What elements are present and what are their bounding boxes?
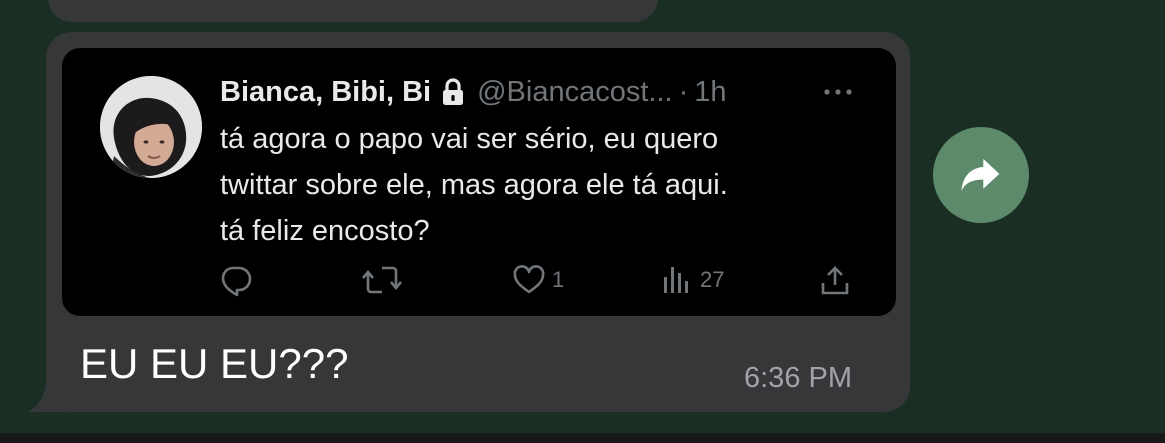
lock-icon — [443, 78, 464, 105]
share-button[interactable] — [818, 262, 852, 298]
author-handle[interactable]: @Biancacost... — [477, 76, 672, 109]
tweet-text-line: twittar sobre ele, mas agora ele tá aqui… — [220, 169, 728, 201]
tweet-header: Bianca, Bibi, Bi @Biancacost... · 1h — [220, 74, 727, 110]
forward-icon — [961, 158, 1000, 192]
header-separator: · — [678, 75, 689, 108]
previous-message-bubble[interactable] — [48, 0, 658, 22]
heart-icon — [513, 265, 545, 294]
message-timestamp: 6:36 PM — [744, 362, 852, 394]
tweet-text-line: tá agora o papo vai ser sério, eu quero — [220, 123, 719, 155]
more-icon[interactable] — [822, 82, 854, 102]
views-icon — [664, 267, 688, 293]
retweet-icon — [362, 266, 402, 294]
views-count: 27 — [700, 267, 725, 292]
author-name[interactable]: Bianca, Bibi, Bi — [220, 76, 431, 109]
retweet-button[interactable] — [362, 262, 402, 298]
chat-screen: Bianca, Bibi, Bi @Biancacost... · 1h tá … — [0, 0, 1165, 443]
share-icon — [821, 266, 849, 295]
views-button[interactable]: 27 — [660, 262, 724, 298]
tweet-text-line: tá feliz encosto? — [220, 215, 430, 247]
author-avatar[interactable] — [100, 76, 202, 178]
like-button[interactable]: 1 — [512, 262, 564, 298]
reply-button[interactable] — [219, 262, 253, 298]
tweet-text: tá agora o papo vai ser sério, eu quero … — [220, 116, 860, 254]
forward-button[interactable] — [933, 127, 1029, 223]
reply-icon — [221, 266, 252, 297]
tweet-timestamp[interactable]: 1h — [694, 76, 726, 109]
like-count: 1 — [552, 267, 565, 292]
message-text: EU EU EU??? — [80, 340, 349, 387]
bottom-bar — [0, 433, 1165, 443]
